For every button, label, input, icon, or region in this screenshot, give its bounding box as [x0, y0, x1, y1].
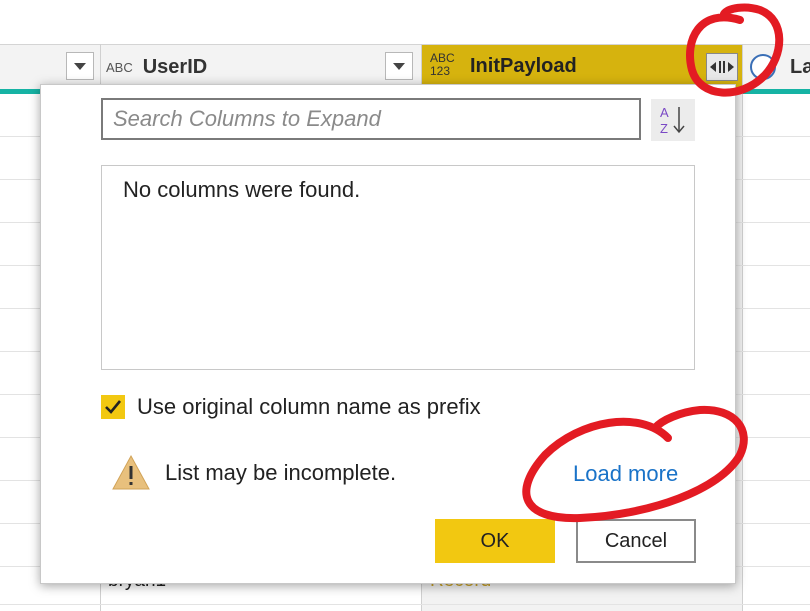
userid-filter-dropdown[interactable] [385, 52, 413, 80]
load-more-link[interactable]: Load more [573, 461, 678, 487]
empty-list-message: No columns were found. [123, 177, 361, 202]
sort-az-icon: A Z [660, 105, 685, 136]
prefix-checkbox[interactable] [101, 395, 125, 419]
column-name: UserID [142, 55, 208, 78]
cancel-button[interactable]: Cancel [576, 519, 696, 563]
column-header-userid[interactable]: ABC UserID [106, 45, 207, 89]
column-name: InitPayload [470, 55, 577, 77]
column-header-initpayload[interactable]: ABC 123 InitPayload [422, 45, 742, 89]
checkmark-icon [105, 400, 122, 414]
dropdown-arrow-icon [393, 62, 405, 70]
sort-button[interactable]: A Z [651, 99, 695, 141]
column-separator [742, 44, 743, 611]
incomplete-warning: List may be incomplete. [111, 453, 396, 493]
ok-button[interactable]: OK [435, 519, 555, 563]
prefix-option[interactable]: Use original column name as prefix [101, 393, 481, 421]
warning-icon [112, 454, 150, 490]
text-type-icon: ABC [106, 59, 133, 75]
dropdown-arrow-icon [74, 62, 86, 70]
warning-text: List may be incomplete. [165, 460, 397, 485]
column-header-next[interactable]: La [790, 56, 810, 79]
search-columns-input[interactable] [101, 98, 641, 140]
expand-columns-dialog: A Z No columns were found. Use original … [40, 84, 736, 584]
row-divider [0, 604, 810, 605]
svg-text:Z: Z [660, 121, 668, 136]
column-type-icon [750, 54, 776, 80]
expand-column-icon [710, 61, 734, 73]
prefix-checkbox-label: Use original column name as prefix [137, 394, 481, 419]
svg-text:A: A [660, 105, 669, 120]
column-filter-dropdown[interactable] [66, 52, 94, 80]
type-icon-bottom: 123 [430, 64, 451, 78]
expand-column-button[interactable] [706, 53, 738, 81]
columns-list[interactable]: No columns were found. [101, 165, 695, 370]
any-type-icon: ABC 123 [430, 52, 455, 78]
